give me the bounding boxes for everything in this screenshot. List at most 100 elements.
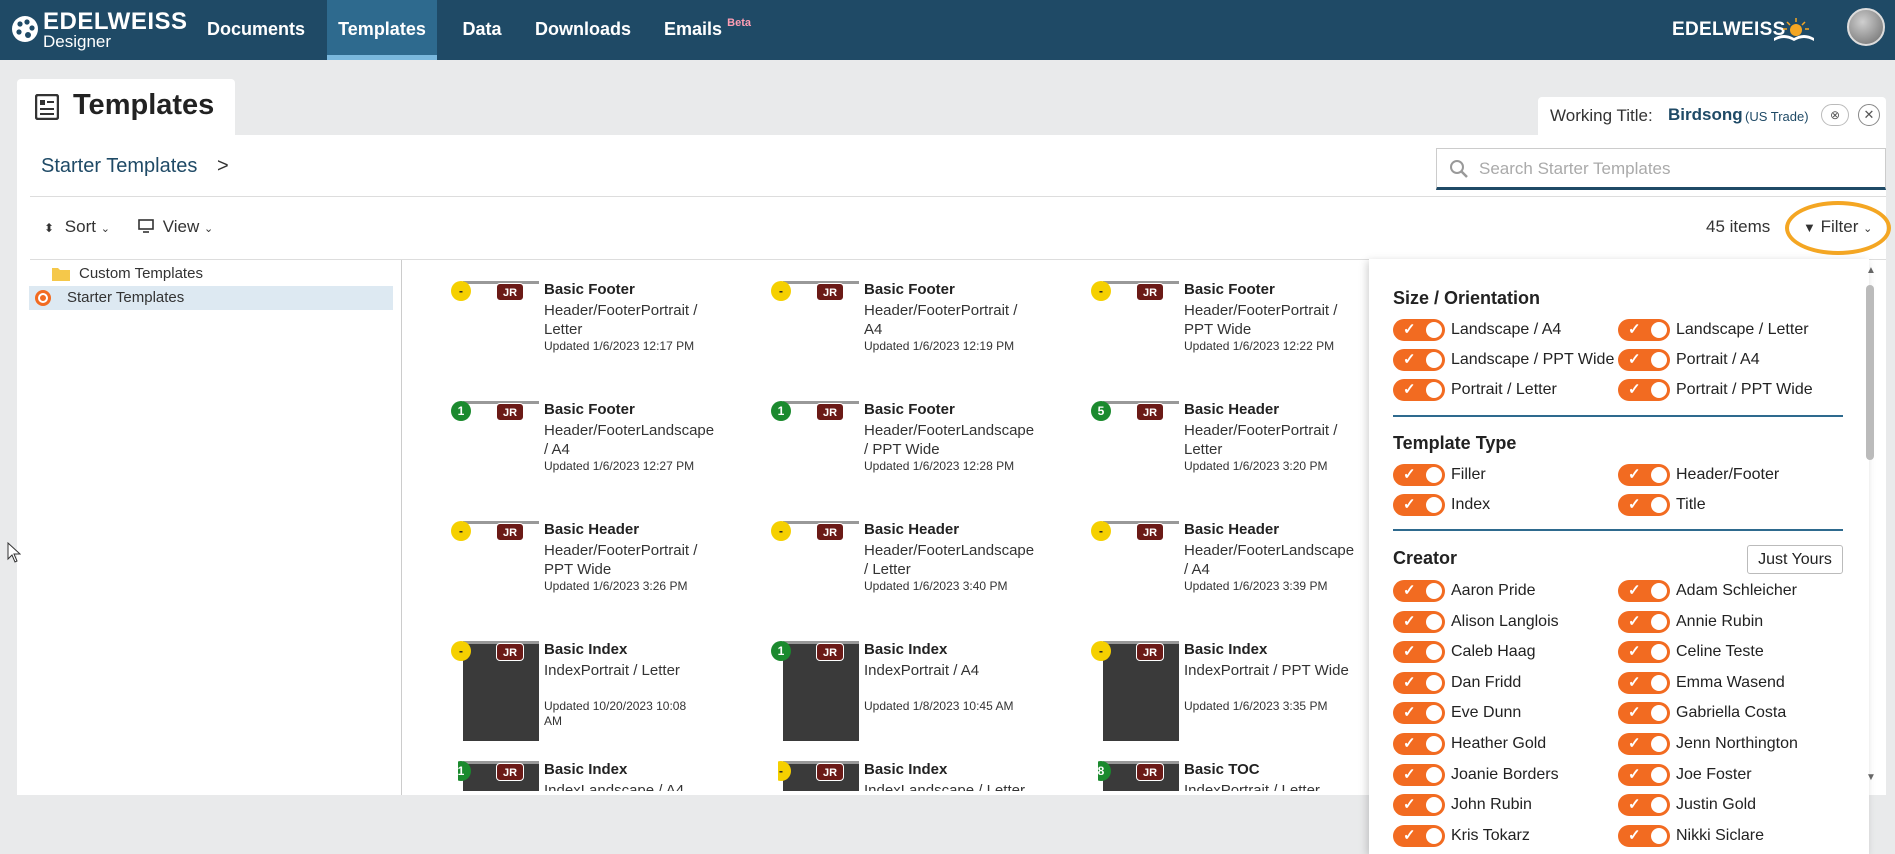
check-icon: ✓	[1628, 321, 1641, 338]
nav-label: Templates	[338, 19, 426, 39]
template-card[interactable]: 1 JR Basic Index IndexPortrait / A4 Updated …	[771, 641, 1098, 756]
just-yours-button[interactable]: Just Yours	[1747, 545, 1843, 574]
usage-count-badge: 1	[451, 401, 471, 421]
toggle-switch[interactable]: ✓	[1393, 671, 1445, 694]
check-icon: ✓	[1628, 582, 1641, 599]
toggle-switch[interactable]: ✓	[1393, 610, 1445, 633]
toggle-switch[interactable]: ✓	[1618, 824, 1670, 847]
template-thumbnail[interactable]: - JR	[1091, 641, 1179, 741]
toggle-switch[interactable]: ✓	[1618, 794, 1670, 817]
template-thumbnail[interactable]: - JR	[451, 281, 539, 381]
template-thumbnail[interactable]: - JR	[778, 761, 859, 791]
toggle-switch[interactable]: ✓	[1618, 319, 1670, 341]
creator-initials-badge: JR	[496, 283, 524, 301]
search-input[interactable]	[1479, 157, 1869, 181]
toggle-switch[interactable]: ✓	[1393, 580, 1445, 602]
scroll-down-icon[interactable]: ▼	[1866, 772, 1876, 783]
template-thumbnail[interactable]: - JR	[1091, 521, 1179, 621]
toggle-switch[interactable]: ✓	[1393, 794, 1445, 817]
filter-button[interactable]: ▼ Filter ⌄	[1785, 201, 1891, 255]
template-card[interactable]: - JR Basic Footer Header/FooterPortrait / A…	[771, 281, 1098, 396]
template-thumbnail[interactable]: 1 JR	[451, 401, 539, 501]
toggle-switch[interactable]: ✓	[1393, 494, 1445, 516]
nav-documents[interactable]: Documents	[200, 0, 312, 60]
search-icon	[1450, 160, 1468, 178]
tree-item-custom-templates[interactable]: Custom Templates	[29, 262, 393, 286]
app-logo[interactable]: EDELWEISS Designer	[10, 8, 187, 52]
template-thumbnail[interactable]: - JR	[771, 281, 859, 381]
toggle-knob	[1426, 674, 1442, 691]
toggle-switch[interactable]: ✓	[1393, 319, 1445, 341]
template-thumbnail[interactable]: 1 JR	[458, 761, 539, 791]
toggle-switch[interactable]: ✓	[1618, 580, 1670, 602]
filter-option-label: Heather Gold	[1451, 735, 1547, 752]
usage-count-badge: -	[451, 281, 471, 301]
toggle-knob	[1651, 497, 1667, 513]
toggle-switch[interactable]: ✓	[1618, 702, 1670, 725]
scroll-up-icon[interactable]: ▲	[1866, 265, 1876, 276]
template-thumbnail[interactable]: 8 JR	[1098, 761, 1179, 791]
tree-item-starter-templates[interactable]: Starter Templates	[29, 286, 393, 310]
usage-count-badge: -	[1091, 521, 1111, 541]
template-thumbnail[interactable]: - JR	[451, 641, 539, 741]
toggle-switch[interactable]: ✓	[1618, 464, 1670, 486]
breadcrumb-starter-templates[interactable]: Starter Templates	[41, 155, 197, 178]
toggle-switch[interactable]: ✓	[1393, 349, 1445, 371]
toggle-switch[interactable]: ✓	[1393, 702, 1445, 725]
template-thumbnail[interactable]: - JR	[451, 521, 539, 621]
template-card[interactable]: 1 JR Basic Footer Header/FooterLandscape / …	[771, 401, 1098, 516]
toggle-switch[interactable]: ✓	[1618, 349, 1670, 371]
toggle-switch[interactable]: ✓	[1618, 610, 1670, 633]
template-card[interactable]: - JR Basic Footer Header/FooterPortrait / L…	[451, 281, 778, 396]
creator-initials-badge: JR	[496, 403, 524, 421]
page-title: Templates	[73, 89, 215, 121]
check-icon: ✓	[1628, 735, 1641, 752]
search-box[interactable]	[1436, 148, 1886, 190]
template-thumbnail[interactable]: - JR	[771, 521, 859, 621]
unpin-icon[interactable]: ⊗	[1821, 104, 1849, 126]
toggle-switch[interactable]: ✓	[1618, 379, 1670, 401]
template-card[interactable]: - JR Basic Header Header/FooterLandscape / …	[771, 521, 1098, 636]
scrollbar-thumb[interactable]	[1866, 285, 1874, 460]
template-type: Header/FooterLandscape / A4	[1184, 542, 1355, 578]
nav-emails[interactable]: Emails Beta	[657, 0, 751, 60]
toggle-switch[interactable]: ✓	[1393, 824, 1445, 847]
template-card[interactable]: - JR Basic Header Header/FooterPortrait / P…	[451, 521, 778, 636]
toggle-switch[interactable]: ✓	[1393, 733, 1445, 755]
toggle-switch[interactable]: ✓	[1618, 733, 1670, 755]
user-avatar[interactable]	[1847, 8, 1885, 46]
template-thumbnail[interactable]: 1 JR	[771, 641, 859, 741]
nav-templates[interactable]: Templates	[327, 0, 437, 60]
items-count: 45 items	[1706, 217, 1771, 236]
working-title-name[interactable]: Birdsong	[1668, 105, 1743, 125]
view-button[interactable]: View ⌄	[138, 217, 213, 237]
sort-button[interactable]: ⬍ Sort ⌄	[44, 217, 110, 237]
template-thumbnail[interactable]: 5 JR	[1091, 401, 1179, 501]
template-type: IndexPortrait / Letter	[544, 662, 680, 679]
toggle-switch[interactable]: ✓	[1393, 641, 1445, 664]
template-thumbnail[interactable]: - JR	[1091, 281, 1179, 381]
toggle-switch[interactable]: ✓	[1393, 379, 1445, 401]
toggle-knob	[1426, 497, 1442, 513]
toggle-switch[interactable]: ✓	[1618, 641, 1670, 664]
template-thumbnail[interactable]: 1 JR	[771, 401, 859, 501]
toggle-switch[interactable]: ✓	[1618, 494, 1670, 516]
close-icon[interactable]: ✕	[1858, 104, 1880, 126]
template-card[interactable]: - JR Basic Index IndexLandscape / Letter	[778, 761, 1098, 791]
toggle-switch[interactable]: ✓	[1618, 671, 1670, 694]
template-card[interactable]: - JR Basic Index IndexPortrait / Letter Upda…	[451, 641, 778, 756]
creator-initials-badge: JR	[1136, 643, 1164, 661]
template-title: Basic Header	[1184, 521, 1280, 538]
toggle-switch[interactable]: ✓	[1393, 464, 1445, 486]
template-card[interactable]: 1 JR Basic Index IndexLandscape / A4	[458, 761, 778, 791]
nav-downloads[interactable]: Downloads	[527, 0, 639, 60]
divider	[30, 196, 1886, 197]
template-card[interactable]: 1 JR Basic Footer Header/FooterLandscape / …	[451, 401, 778, 516]
toggle-switch[interactable]: ✓	[1618, 763, 1670, 786]
toggle-switch[interactable]: ✓	[1393, 763, 1445, 786]
check-icon: ✓	[1403, 321, 1416, 338]
nav-data[interactable]: Data	[452, 0, 512, 60]
filter-option-label: Gabriella Costa	[1676, 704, 1787, 722]
filter-option-label: Nikki Siclare	[1676, 826, 1765, 844]
usage-count-badge: -	[771, 521, 791, 541]
